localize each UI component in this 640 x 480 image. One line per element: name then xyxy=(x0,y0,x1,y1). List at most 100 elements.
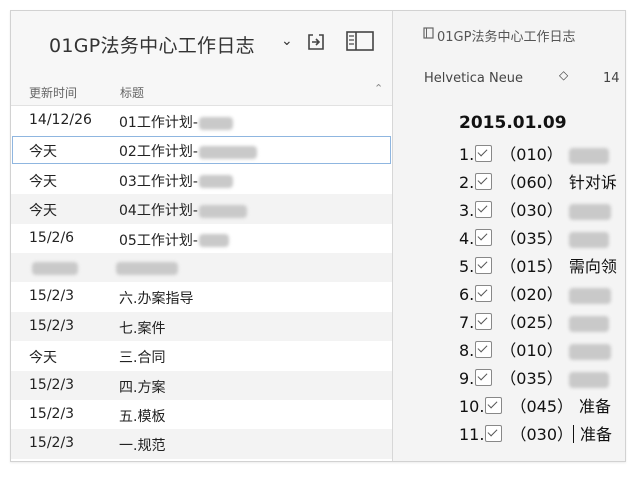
note-title-text: 四.方案 xyxy=(119,379,166,396)
note-title-text: 05工作计划- xyxy=(119,232,198,249)
item-code: （045） xyxy=(510,397,573,416)
column-updated-time[interactable]: 更新时间 xyxy=(29,84,77,101)
note-date: 15/2/3 xyxy=(29,376,75,393)
note-list-item[interactable]: 15/2/3 一.规范 xyxy=(11,429,392,459)
checkbox-checked[interactable] xyxy=(475,313,493,330)
note-list-item[interactable]: 15/2/6 05工作计划- xyxy=(11,224,392,253)
note-list-item[interactable]: 15/2/3 六.办案指导 xyxy=(11,282,392,311)
notebook-icon xyxy=(423,27,434,39)
note-title-text: 五.模板 xyxy=(119,408,166,425)
redacted-text xyxy=(568,203,611,220)
checklist-item[interactable]: 5. （015） 需向领 xyxy=(459,253,617,279)
item-code: （010） xyxy=(500,341,563,360)
checkbox-checked[interactable] xyxy=(475,369,493,386)
notebook-title[interactable]: 01GP法务中心工作日志 xyxy=(49,31,255,58)
redacted-text xyxy=(568,343,611,360)
checklist-item[interactable]: 11. （030） 准备 xyxy=(459,421,612,447)
note-title: 04工作计划- xyxy=(119,200,247,220)
note-date: 14/12/26 xyxy=(29,112,92,128)
notebook-header: 01GP法务中心工作日志 ⌄ xyxy=(11,11,392,76)
item-text: 针对诉 xyxy=(568,173,617,192)
item-number: 6. xyxy=(459,285,475,304)
note-date: 15/2/3 xyxy=(29,288,75,305)
note-title: 一.规范 xyxy=(119,435,165,455)
note-title-text: 七.案件 xyxy=(119,320,166,337)
note-list-item[interactable] xyxy=(11,252,392,283)
note-list-item[interactable]: 15/2/3 七.案件 xyxy=(11,311,392,342)
note-list-item[interactable]: 今天 03工作计划- xyxy=(11,165,392,194)
app-window: 01GP法务中心工作日志 ⌄ 更新时间 标题 ⌃ 14/12/26 01工作计划-… xyxy=(10,10,626,462)
checklist-item[interactable]: 2. （060） 针对诉 xyxy=(459,169,617,195)
checklist-item[interactable]: 8. （010） xyxy=(459,337,611,363)
checklist-item[interactable]: 6. （020） xyxy=(459,281,611,307)
redacted-text xyxy=(198,204,247,218)
note-date: 15/2/3 xyxy=(29,317,75,334)
checklist-item[interactable]: 3. （030） xyxy=(459,197,611,223)
note-list-item[interactable]: 15/2/3 五.模板 xyxy=(11,400,392,429)
note-title: 四.方案 xyxy=(119,377,165,397)
checkbox-checked[interactable] xyxy=(475,341,493,358)
item-code: （030） xyxy=(510,425,573,444)
checklist-item[interactable]: 1. （010） xyxy=(459,141,609,167)
item-number: 10. xyxy=(459,397,485,416)
note-list-pane: 01GP法务中心工作日志 ⌄ 更新时间 标题 ⌃ 14/12/26 01工作计划-… xyxy=(11,11,392,461)
checkbox-checked[interactable] xyxy=(475,285,493,302)
note-list-item[interactable]: 今天 02工作计划- xyxy=(11,135,392,165)
chevron-down-icon[interactable]: ⌄ xyxy=(281,33,293,49)
note-title-text: 一.规范 xyxy=(119,438,166,455)
note-list-item[interactable]: 15/2/3 四.方案 xyxy=(11,370,392,400)
checkbox-checked[interactable] xyxy=(475,201,493,218)
share-icon[interactable] xyxy=(307,31,325,51)
note-title-text: 六.办案指导 xyxy=(119,291,194,308)
checkbox-checked[interactable] xyxy=(485,425,503,442)
checkbox-checked[interactable] xyxy=(485,397,503,414)
item-text: 准备 xyxy=(580,425,613,444)
item-number: 2. xyxy=(459,173,475,192)
item-number: 7. xyxy=(459,313,475,332)
sort-indicator-icon[interactable]: ⌃ xyxy=(374,82,383,95)
redacted-text xyxy=(568,231,609,248)
redacted-text xyxy=(198,116,233,130)
checklist-item[interactable]: 7. （025） xyxy=(459,309,609,335)
item-number: 8. xyxy=(459,341,475,360)
checklist-item[interactable]: 9. （035） xyxy=(459,365,609,391)
note-body[interactable]: 2015.01.09 1. （010） 2. （060） 针对诉 3. （030） 4. （03… xyxy=(393,103,625,461)
column-title[interactable]: 标题 xyxy=(120,84,144,101)
note-title: 02工作计划- xyxy=(119,141,257,161)
note-list-item[interactable]: 今天 三.合同 xyxy=(11,341,392,370)
checkbox-checked[interactable] xyxy=(475,229,493,246)
note-date: 今天 xyxy=(29,203,57,220)
checkbox-checked[interactable] xyxy=(475,145,493,162)
note-list-item[interactable]: 14/12/26 01工作计划- xyxy=(11,106,392,135)
note-title-text: 三.合同 xyxy=(119,350,166,367)
item-number: 1. xyxy=(459,145,475,164)
item-text: 准备 xyxy=(579,397,612,416)
note-date-heading: 2015.01.09 xyxy=(459,113,567,133)
editor-notebook-title[interactable]: 01GP法务中心工作日志 xyxy=(437,26,575,45)
note-date: 15/2/3 xyxy=(29,435,75,452)
font-stepper-icon[interactable]: ◇ xyxy=(559,68,568,82)
checkbox-checked[interactable] xyxy=(475,257,493,274)
note-list-item[interactable]: 今天 04工作计划- xyxy=(11,194,392,224)
note-title-text: 03工作计划- xyxy=(119,173,198,190)
note-date: 15/2/3 xyxy=(29,405,75,422)
editor-pane: 01GP法务中心工作日志 Helvetica Neue ◇ 14 2015.01… xyxy=(393,11,625,461)
checklist-item[interactable]: 10. （045） 准备 xyxy=(459,393,611,419)
note-title: 五.模板 xyxy=(119,406,165,426)
font-size-select[interactable]: 14 xyxy=(603,71,620,86)
font-family-select[interactable]: Helvetica Neue xyxy=(424,71,523,86)
checkbox-checked[interactable] xyxy=(475,173,493,190)
item-number: 3. xyxy=(459,201,475,220)
note-title-text: 04工作计划- xyxy=(119,203,198,220)
item-code: （015） xyxy=(500,257,563,276)
redacted-date xyxy=(32,261,78,275)
item-number: 5. xyxy=(459,257,475,276)
note-date: 今天 xyxy=(29,144,57,161)
editor-header: 01GP法务中心工作日志 xyxy=(393,11,625,57)
checklist-item[interactable]: 4. （035） xyxy=(459,225,609,251)
redacted-text xyxy=(568,315,609,332)
item-code: （035） xyxy=(500,369,563,388)
note-title: 01工作计划- xyxy=(119,112,233,132)
note-title: 05工作计划- xyxy=(119,230,229,250)
sidebar-toggle-icon[interactable] xyxy=(346,31,374,51)
